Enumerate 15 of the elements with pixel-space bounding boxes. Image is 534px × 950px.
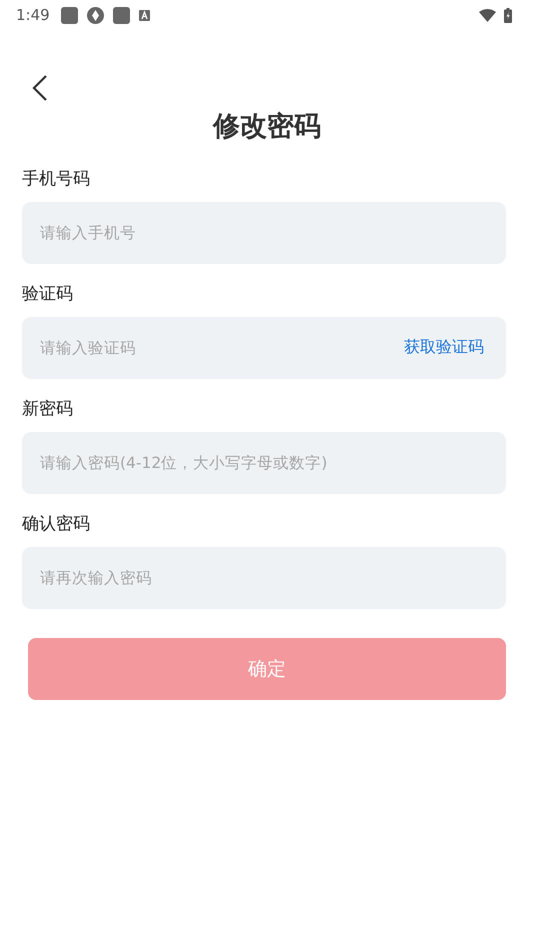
- input-field[interactable]: 请再次输入密码: [22, 547, 506, 609]
- page-title: 修改密码: [211, 110, 322, 144]
- notification-icon: [60, 6, 78, 24]
- field-label: 手机号码: [22, 168, 91, 191]
- status-time: 1:49: [16, 6, 50, 24]
- input-field[interactable]: 请输入手机号: [22, 202, 506, 264]
- keyboard-icon: [138, 10, 150, 20]
- get-code-link[interactable]: 获取验证码: [404, 337, 484, 358]
- field-label: 新密码: [22, 398, 74, 421]
- input-field[interactable]: 请输入密码(4-12位，大小写字母或数字): [22, 432, 506, 494]
- notification-icon: [112, 6, 130, 24]
- wifi-icon: [479, 8, 496, 22]
- field-label: 验证码: [22, 283, 74, 306]
- battery-icon: [504, 8, 512, 22]
- field-label: 确认密码: [22, 513, 91, 536]
